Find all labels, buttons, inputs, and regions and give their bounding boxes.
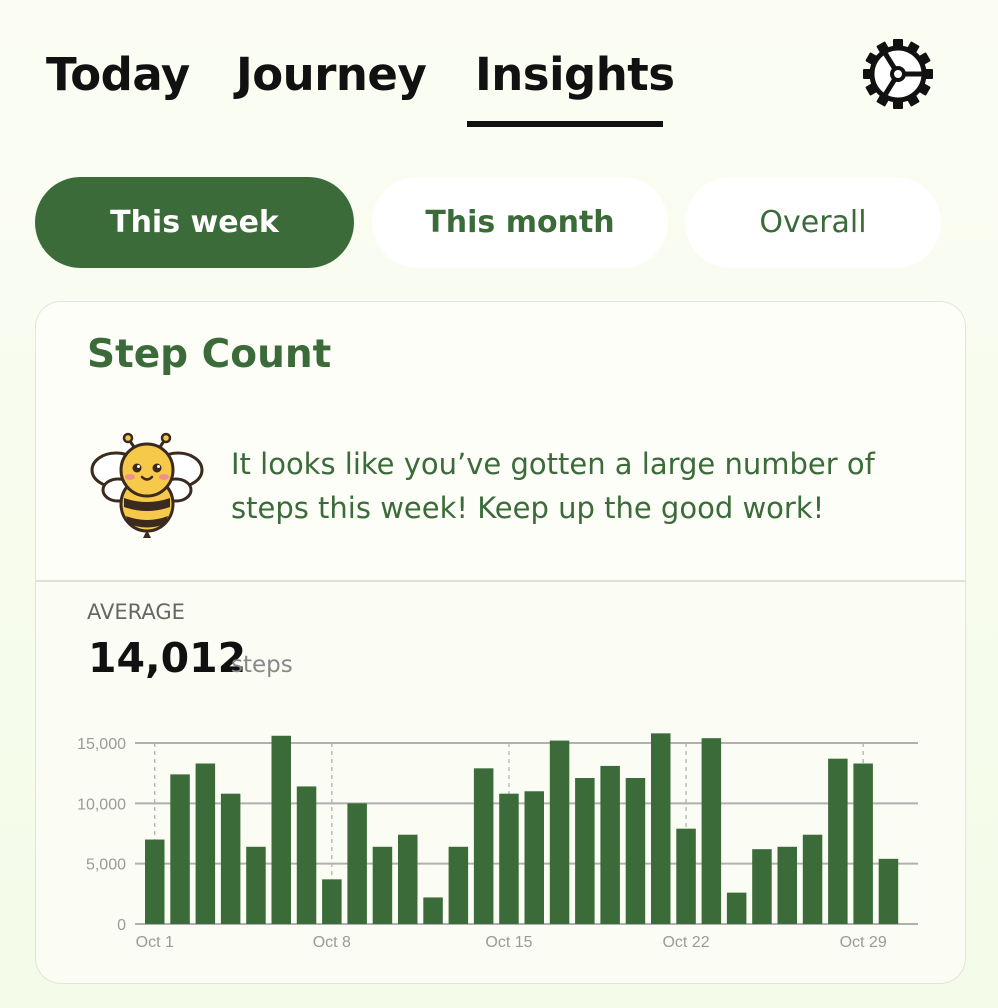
encouragement-message: It looks like you’ve gotten a large numb… [231,447,875,525]
bee-icon [88,432,206,540]
tab-today[interactable]: Today [46,48,190,101]
average-unit: steps [231,652,293,678]
filter-this-month[interactable]: This month [372,177,668,268]
active-tab-indicator [467,121,663,127]
filter-overall[interactable]: Overall [685,177,941,268]
top-tab-bar: Today Journey Insights [0,0,998,140]
filter-this-week[interactable]: This week [35,177,354,268]
step-count-card: Step Count It looks like you’ve gotten a… [35,301,966,984]
tab-insights[interactable]: Insights [475,48,675,101]
average-label: AVERAGE [87,600,185,624]
gear-icon [863,39,933,109]
settings-button[interactable] [862,38,934,110]
card-title: Step Count [87,332,332,377]
tab-journey[interactable]: Journey [236,48,427,101]
average-value: 14,012 [88,634,247,682]
card-divider [36,580,965,582]
